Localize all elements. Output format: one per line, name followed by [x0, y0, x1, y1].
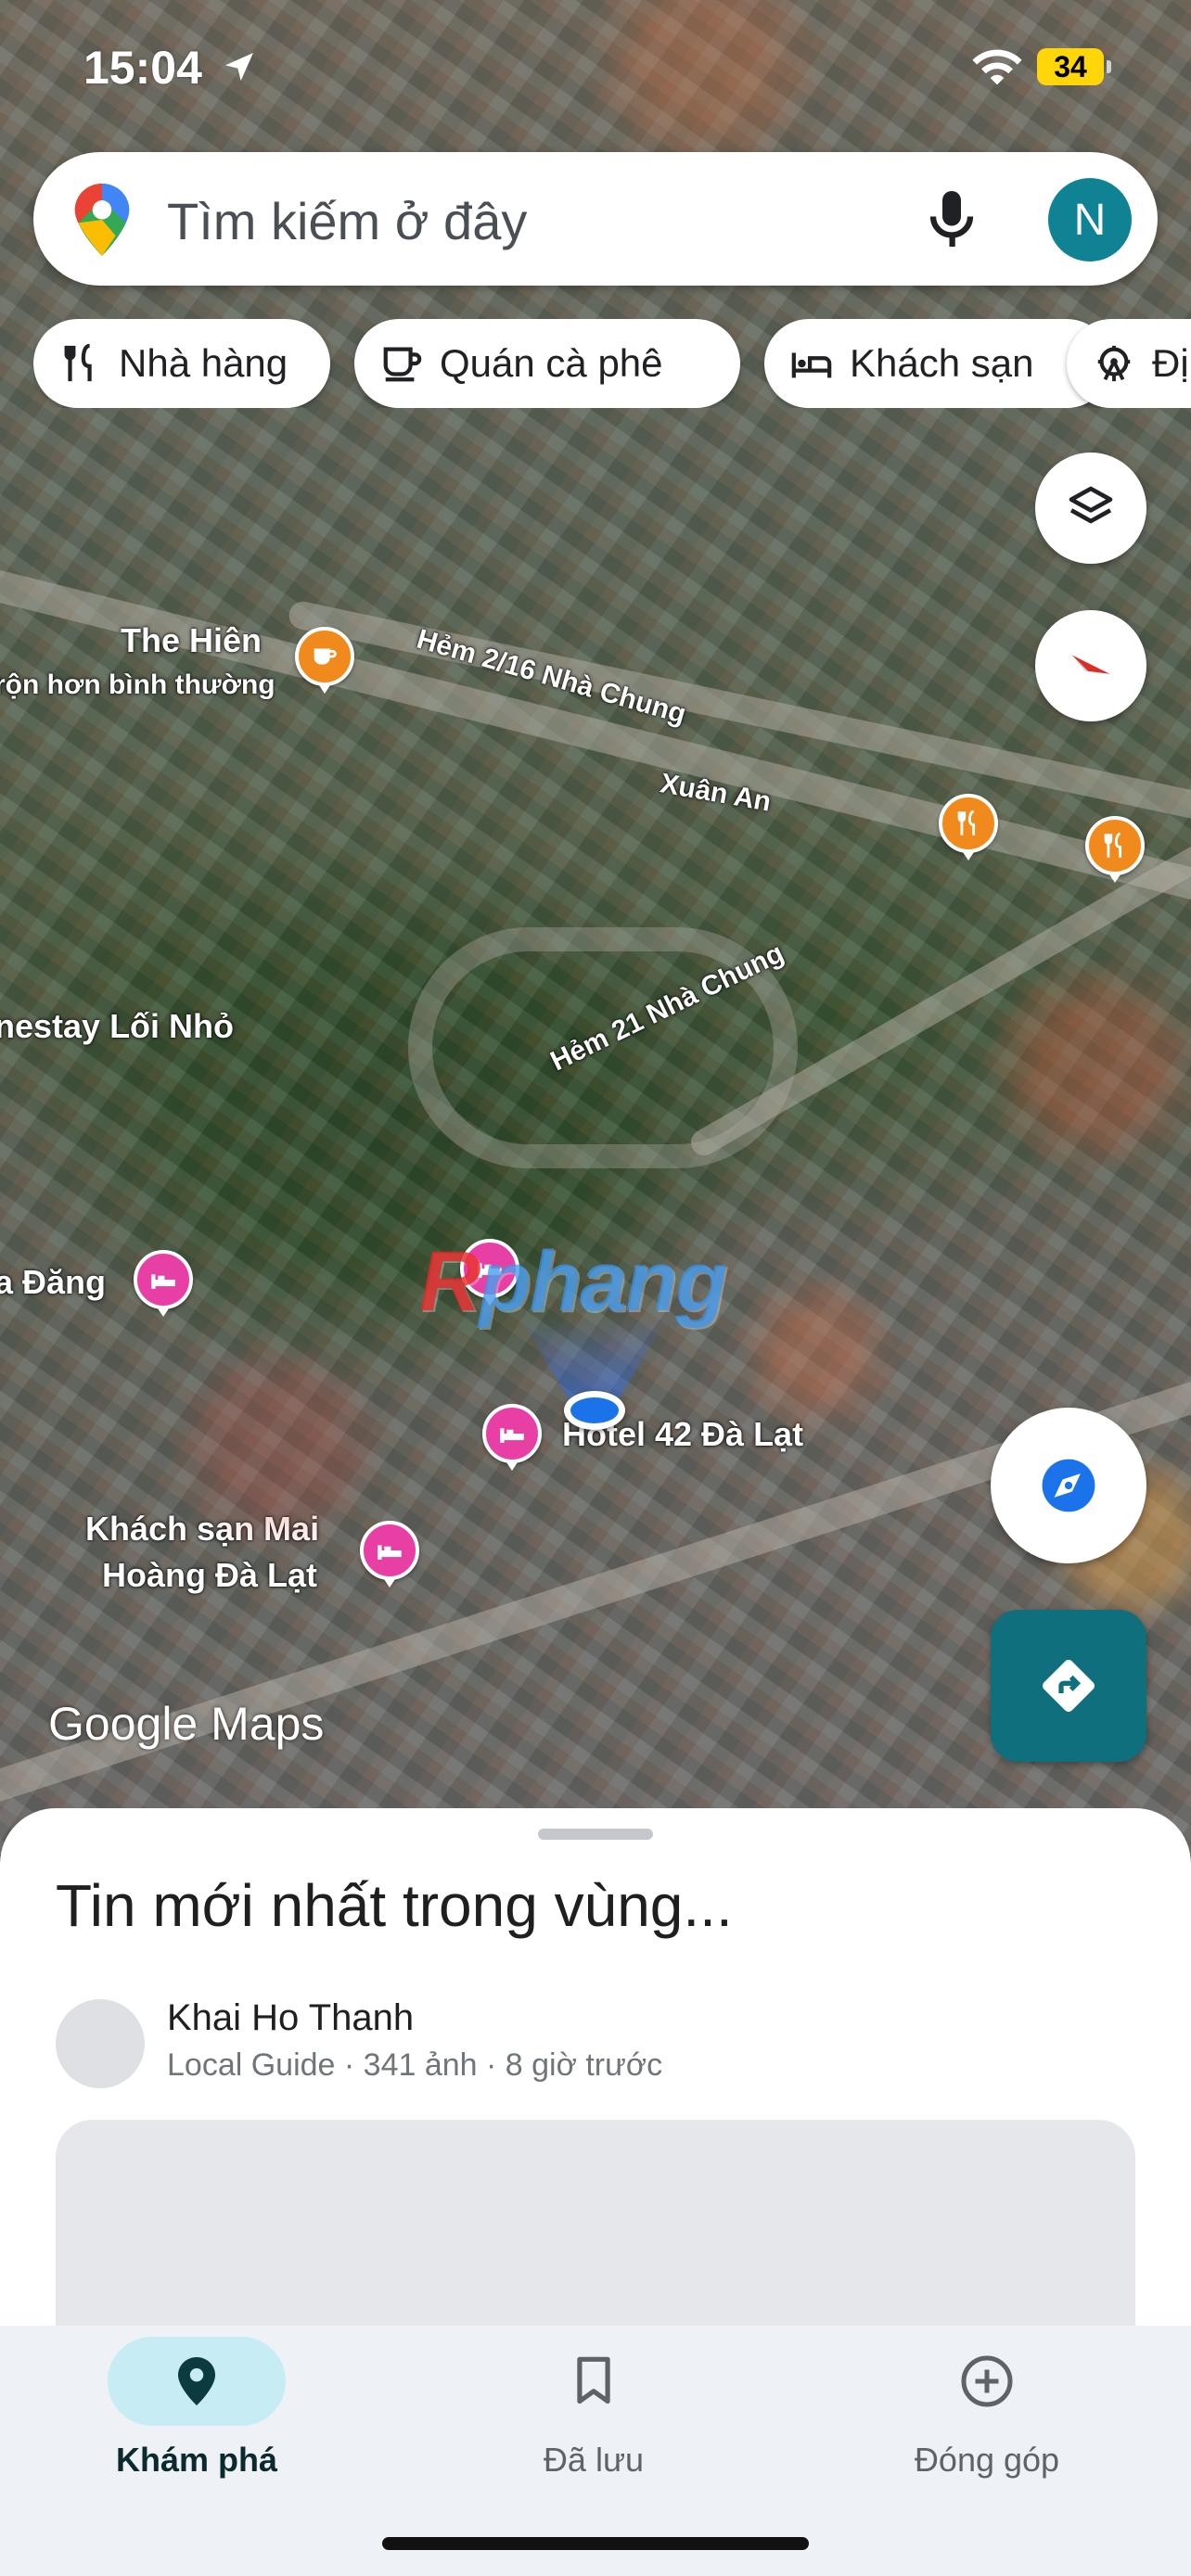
- heading-beam: [519, 1317, 668, 1428]
- bookmark-icon: [577, 2356, 610, 2404]
- cafe-pin-icon[interactable]: [295, 627, 354, 694]
- status-time: 15:04: [83, 42, 202, 94]
- street-label-xuan-an: Xuân An: [658, 768, 774, 818]
- nav-contribute-pill: [898, 2337, 1076, 2426]
- nav-contribute-label: Đóng góp: [914, 2441, 1060, 2479]
- nav-saved[interactable]: Đã lưu: [455, 2326, 733, 2511]
- chip-coffee[interactable]: Quán cà phê: [354, 319, 740, 408]
- search-bar[interactable]: Tìm kiếm ở đây N: [33, 152, 1158, 286]
- hotel-pin-icon[interactable]: [360, 1521, 419, 1588]
- restaurant-pin-icon[interactable]: [939, 794, 998, 861]
- layers-icon: [1069, 486, 1113, 524]
- restaurant-pin-icon[interactable]: [1085, 816, 1145, 883]
- chip-attractions[interactable]: Đị: [1067, 319, 1191, 408]
- post-author-name[interactable]: Khai Ho Thanh: [167, 1997, 414, 2039]
- chip-restaurants[interactable]: Nhà hàng: [33, 319, 330, 408]
- compass-needle-icon: [1071, 655, 1110, 674]
- bottom-sheet[interactable]: Tin mới nhất trong vùng... Khai Ho Thanh…: [0, 1808, 1191, 2398]
- home-indicator[interactable]: [382, 2537, 809, 2550]
- directions-icon: [1043, 1660, 1095, 1712]
- place-label-homestay[interactable]: nestay Lối Nhỏ: [0, 1007, 234, 1045]
- nav-contribute[interactable]: Đóng góp: [848, 2326, 1126, 2511]
- compass-button[interactable]: [1035, 610, 1146, 721]
- nav-saved-label: Đã lưu: [543, 2441, 645, 2479]
- add-circle-icon: [961, 2355, 1013, 2407]
- google-maps-pin-icon: [74, 184, 130, 256]
- nav-explore-label: Khám phá: [115, 2441, 278, 2479]
- street-label-hem-21: Hẻm 21 Nhà Chung: [545, 937, 789, 1078]
- location-arrow-icon: [225, 53, 253, 81]
- google-maps-logo: Google Maps: [48, 1698, 325, 1750]
- sheet-drag-handle[interactable]: [538, 1829, 653, 1840]
- sheet-title: Tin mới nhất trong vùng...: [56, 1872, 733, 1939]
- hotel-pin-icon[interactable]: [460, 1239, 519, 1306]
- navigation-compass-icon: [1042, 1459, 1095, 1512]
- post-author-meta: Local Guide · 341 ảnh · 8 giờ trước: [167, 2047, 663, 2083]
- nav-explore[interactable]: Khám phá: [58, 2326, 336, 2511]
- nav-explore-pill: [108, 2337, 286, 2426]
- restaurant-icon: [64, 343, 92, 382]
- place-label-dang[interactable]: a Đăng: [0, 1263, 106, 1301]
- directions-button[interactable]: [991, 1610, 1146, 1762]
- place-sublabel-the-hien: rộn hơn bình thường: [0, 670, 275, 700]
- place-label-mai-hoang-1[interactable]: Khách sạn Mai: [85, 1510, 319, 1548]
- place-label-the-hien[interactable]: The Hiên: [121, 621, 262, 659]
- hotel-icon: [791, 352, 832, 378]
- attraction-icon: [1097, 345, 1131, 382]
- search-input[interactable]: Tìm kiếm ở đây: [167, 191, 527, 251]
- place-label-mai-hoang-2[interactable]: Hoàng Đà Lạt: [102, 1556, 317, 1594]
- my-location-button[interactable]: [991, 1408, 1146, 1563]
- battery-indicator: 34: [1037, 48, 1111, 85]
- account-avatar[interactable]: N: [1048, 178, 1132, 261]
- coffee-icon: [383, 347, 422, 382]
- layers-button[interactable]: [1035, 453, 1146, 564]
- nav-saved-pill: [505, 2337, 683, 2426]
- user-location-dot: [564, 1391, 625, 1430]
- post-author-avatar[interactable]: [56, 1999, 145, 2088]
- status-bar: 15:04 34: [0, 0, 1191, 130]
- wifi-icon: [972, 49, 1022, 85]
- category-chips: Nhà hàng Quán cà phê Khách sạn Đị: [33, 319, 1191, 408]
- hotel-pin-icon[interactable]: [134, 1250, 193, 1317]
- place-label-hotel-42[interactable]: Hotel 42 Đà Lạt: [562, 1415, 803, 1453]
- microphone-icon[interactable]: [924, 185, 980, 252]
- watermark: Rphang: [419, 1234, 727, 1329]
- hotel-pin-icon[interactable]: [482, 1404, 542, 1471]
- explore-pin-icon: [178, 2357, 215, 2405]
- chip-hotels[interactable]: Khách sạn: [764, 319, 1111, 408]
- street-label-hem-2-16: Hẻm 2/16 Nhà Chung: [413, 623, 690, 731]
